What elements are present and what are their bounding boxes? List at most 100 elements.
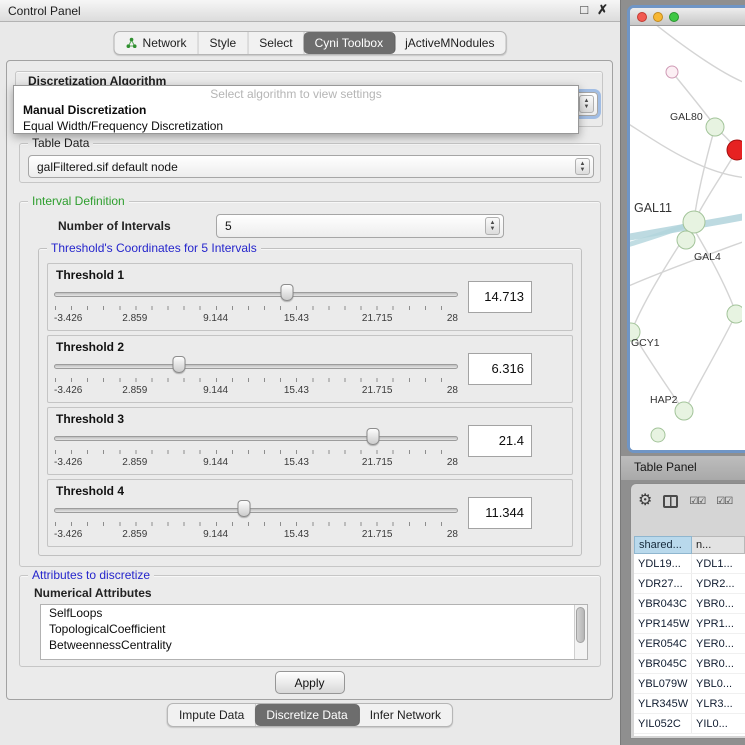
table-row[interactable]: YIL052C YIL0... — [634, 714, 745, 734]
network-node-gal11[interactable] — [683, 211, 705, 233]
tab-infer-network[interactable]: Infer Network — [359, 704, 452, 726]
slider-track[interactable] — [54, 364, 458, 369]
list-item-selfloops[interactable]: SelfLoops — [41, 605, 587, 621]
threshold-1-value-field[interactable]: 14.713 — [468, 281, 532, 313]
slider-thumb[interactable] — [173, 356, 186, 373]
cell-name[interactable]: YDR2... — [692, 574, 745, 593]
table-row[interactable]: YBR043C YBR0... — [634, 594, 745, 614]
network-node-gal4[interactable] — [677, 231, 695, 249]
cell-name[interactable]: YER0... — [692, 634, 745, 653]
slider-track[interactable] — [54, 292, 458, 297]
close-traffic-light[interactable] — [637, 12, 647, 22]
table-data-dropdown[interactable]: galFiltered.sif default node ▲ ▼ — [28, 155, 594, 178]
scale-label: 21.715 — [362, 457, 393, 468]
select-all-checkbox-icon[interactable]: ☑☑ — [716, 496, 732, 507]
scale-label: 9.144 — [203, 385, 228, 396]
popup-option-equal-width-frequency[interactable]: Equal Width/Frequency Discretization — [14, 118, 578, 134]
interval-definition-group: Interval Definition Number of Intervals … — [19, 201, 601, 567]
thresholds-group-label: Threshold's Coordinates for 5 Intervals — [47, 241, 261, 255]
network-node-hap2[interactable] — [675, 402, 693, 420]
gear-icon[interactable]: ⚙ — [638, 493, 652, 509]
threshold-4-label: Threshold 4 — [56, 484, 124, 498]
cell-shared-name[interactable]: YIL052C — [634, 714, 692, 733]
tab-impute-data[interactable]: Impute Data — [168, 704, 256, 726]
column-header-shared-name[interactable]: shared... — [634, 536, 692, 554]
threshold-4-value-field[interactable]: 11.344 — [468, 497, 532, 529]
dropdown-stepper-icon[interactable]: ▲ ▼ — [579, 95, 594, 113]
scale-label: 28 — [447, 313, 458, 324]
tab-style[interactable]: Style — [199, 32, 249, 54]
threshold-3-slider[interactable]: -3.426 2.859 9.144 15.43 21.715 28 — [54, 430, 458, 472]
list-item-betweennesscentrality[interactable]: BetweennessCentrality — [41, 637, 587, 653]
cell-shared-name[interactable]: YLR345W — [634, 694, 692, 713]
slider-thumb[interactable] — [281, 284, 294, 301]
table-row[interactable]: YLR345W YLR3... — [634, 694, 745, 714]
slider-track[interactable] — [54, 436, 458, 441]
threshold-4-slider[interactable]: -3.426 2.859 9.144 15.43 21.715 28 — [54, 502, 458, 544]
threshold-1-slider[interactable]: -3.426 2.859 9.144 15.43 21.715 28 — [54, 286, 458, 328]
popup-placeholder-option[interactable]: Select algorithm to view settings — [14, 86, 578, 102]
table-row[interactable]: YDR27... YDR2... — [634, 574, 745, 594]
threshold-2-value-field[interactable]: 6.316 — [468, 353, 532, 385]
cell-name[interactable]: YPR1... — [692, 614, 745, 633]
network-canvas[interactable]: GAL80 GAL11 GAL4 GCY1 HAP2 — [630, 26, 742, 450]
dropdown-stepper-icon[interactable]: ▲ ▼ — [575, 158, 590, 175]
table-row[interactable]: YDL19... YDL1... — [634, 554, 745, 574]
dropdown-stepper-icon[interactable]: ▲ ▼ — [485, 217, 500, 235]
cell-shared-name[interactable]: YBR045C — [634, 654, 692, 673]
scale-label: 28 — [447, 529, 458, 540]
cell-name[interactable]: YBL0... — [692, 674, 745, 693]
cell-shared-name[interactable]: YDR27... — [634, 574, 692, 593]
float-window-icon[interactable]: □ — [580, 2, 588, 18]
scale-label: -3.426 — [54, 313, 82, 324]
network-node[interactable] — [666, 66, 678, 78]
cell-name[interactable]: YLR3... — [692, 694, 745, 713]
network-window-titlebar[interactable] — [630, 8, 745, 26]
cell-name[interactable]: YIL0... — [692, 714, 745, 733]
cell-shared-name[interactable]: YBL079W — [634, 674, 692, 693]
threshold-2-slider[interactable]: -3.426 2.859 9.144 15.43 21.715 28 — [54, 358, 458, 400]
tab-select[interactable]: Select — [248, 32, 304, 54]
network-node-gal80[interactable] — [706, 118, 724, 136]
table-row[interactable]: YER054C YER0... — [634, 634, 745, 654]
tab-network[interactable]: Network — [115, 32, 199, 54]
slider-thumb[interactable] — [367, 428, 380, 445]
cell-shared-name[interactable]: YPR145W — [634, 614, 692, 633]
table-row[interactable]: YBR045C YBR0... — [634, 654, 745, 674]
cell-name[interactable]: YDL1... — [692, 554, 745, 573]
threshold-3-value-field[interactable]: 21.4 — [468, 425, 532, 457]
apply-button[interactable]: Apply — [275, 671, 345, 694]
column-header-name[interactable]: n... — [692, 536, 745, 554]
cell-shared-name[interactable]: YDL19... — [634, 554, 692, 573]
network-icon — [126, 37, 138, 49]
list-item-topologicalcoefficient[interactable]: TopologicalCoefficient — [41, 621, 587, 637]
popup-option-manual-discretization[interactable]: Manual Discretization — [14, 102, 578, 118]
scrollbar-thumb[interactable] — [576, 607, 585, 643]
table-row[interactable]: YBL079W YBL0... — [634, 674, 745, 694]
control-panel-titlebar[interactable]: Control Panel □ ✗ — [0, 0, 620, 22]
tab-cyni-toolbox[interactable]: Cyni Toolbox — [304, 32, 395, 54]
tab-label: Infer Network — [370, 708, 441, 722]
cell-name[interactable]: YBR0... — [692, 654, 745, 673]
network-view-window[interactable]: GAL80 GAL11 GAL4 GCY1 HAP2 — [627, 5, 745, 453]
cell-shared-name[interactable]: YBR043C — [634, 594, 692, 613]
minimize-traffic-light[interactable] — [653, 12, 663, 22]
cell-shared-name[interactable]: YER054C — [634, 634, 692, 653]
number-of-intervals-dropdown[interactable]: 5 ▲ ▼ — [216, 214, 504, 238]
network-node[interactable] — [651, 428, 665, 442]
slider-thumb[interactable] — [237, 500, 250, 517]
network-node-selected-red[interactable] — [727, 140, 742, 160]
close-icon[interactable]: ✗ — [597, 2, 608, 18]
numerical-attributes-list[interactable]: SelfLoops TopologicalCoefficient Between… — [40, 604, 588, 660]
tab-jactivemnodules[interactable]: jActiveMNodules — [394, 32, 505, 54]
list-scrollbar[interactable] — [574, 605, 587, 659]
select-columns-checkbox-icon[interactable]: ☑☑ — [689, 496, 705, 507]
zoom-traffic-light[interactable] — [669, 12, 679, 22]
cell-name[interactable]: YBR0... — [692, 594, 745, 613]
slider-track[interactable] — [54, 508, 458, 513]
network-node[interactable] — [727, 305, 742, 323]
table-row[interactable]: YPR145W YPR1... — [634, 614, 745, 634]
tab-discretize-data[interactable]: Discretize Data — [255, 704, 359, 726]
columns-icon[interactable] — [663, 495, 678, 508]
window-title: Control Panel — [8, 4, 81, 18]
